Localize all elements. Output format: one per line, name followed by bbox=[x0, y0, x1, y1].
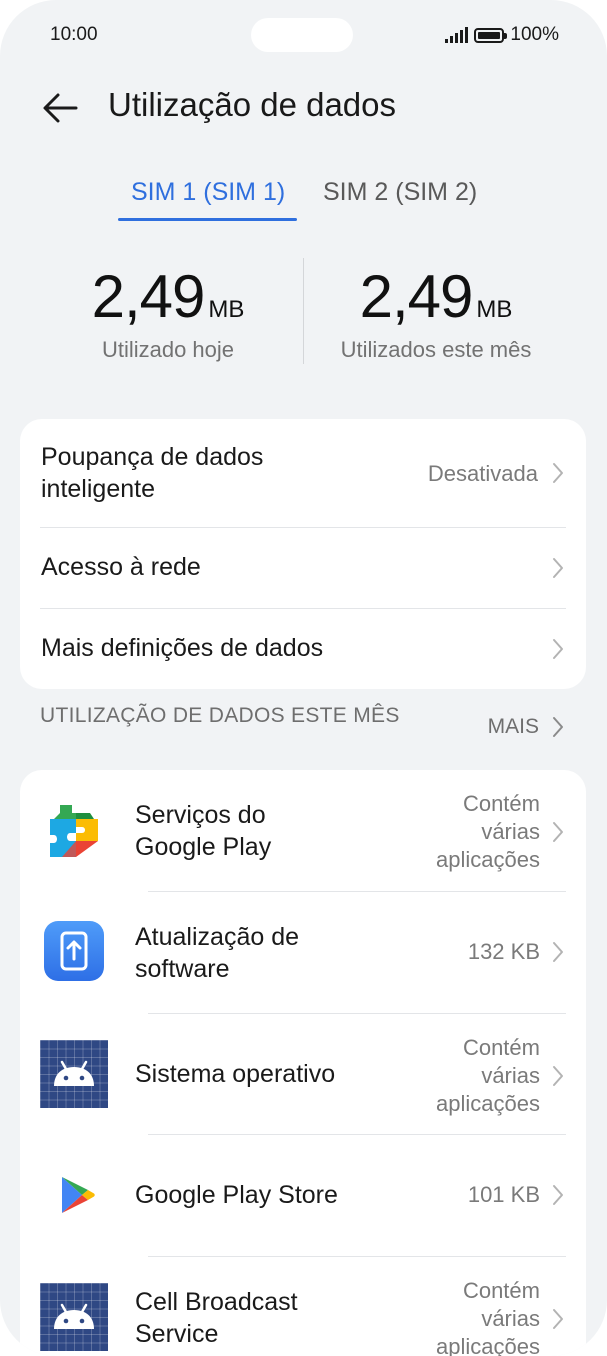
google-play-store-icon bbox=[62, 1177, 95, 1213]
page-title: Utilização de dados bbox=[108, 86, 397, 123]
chevron-right-icon[interactable] bbox=[552, 716, 564, 738]
app-usage: Contém várias aplicações bbox=[436, 1035, 540, 1116]
usage-month-value: 2,49 bbox=[359, 263, 474, 330]
battery-percentage: 100% bbox=[510, 24, 559, 45]
battery-icon bbox=[474, 27, 508, 43]
apps-card: Serviços do Google Play Contém várias ap… bbox=[20, 770, 586, 1356]
software-update-icon bbox=[44, 921, 104, 981]
status-time: 10:00 bbox=[50, 24, 98, 45]
app-row-cell-broadcast-service[interactable]: Cell Broadcast Service Contém várias apl… bbox=[20, 1257, 586, 1356]
more-data-settings-label: Mais definições de dados bbox=[41, 634, 324, 662]
app-name: Atualização de software bbox=[135, 923, 300, 983]
chevron-right-icon bbox=[553, 1066, 563, 1086]
chevron-right-icon bbox=[553, 463, 563, 483]
settings-card: Poupança de dados inteligente Desativada… bbox=[20, 419, 586, 689]
usage-today: 2,49 MB Utilizado hoje bbox=[28, 262, 308, 363]
screen: 10:00 100% Utilização de dados SIM 1 (SI… bbox=[0, 0, 607, 1356]
android-icon bbox=[40, 1040, 108, 1108]
chevron-right-icon bbox=[553, 639, 563, 659]
google-play-services-icon bbox=[50, 805, 98, 857]
more-link[interactable]: MAIS bbox=[488, 715, 539, 739]
network-access-label: Acesso à rede bbox=[41, 553, 201, 581]
usage-today-unit: MB bbox=[208, 296, 245, 323]
app-row-software-update[interactable]: Atualização de software 132 KB bbox=[20, 892, 586, 1013]
app-name: Serviços do Google Play bbox=[135, 801, 272, 861]
camera-notch bbox=[251, 18, 353, 52]
smart-data-saver-row[interactable]: Poupança de dados inteligente Desativada bbox=[20, 419, 586, 527]
usage-month: 2,49 MB Utilizados este mês bbox=[296, 262, 576, 363]
app-name: Google Play Store bbox=[135, 1181, 338, 1209]
usage-month-caption: Utilizados este mês bbox=[340, 337, 532, 362]
app-usage: 101 KB bbox=[467, 1182, 540, 1207]
network-access-row[interactable]: Acesso à rede bbox=[20, 528, 586, 608]
android-icon bbox=[40, 1283, 108, 1351]
chevron-right-icon bbox=[553, 1309, 563, 1329]
app-usage: Contém várias aplicações bbox=[436, 791, 540, 872]
chevron-right-icon bbox=[553, 558, 563, 578]
chevron-right-icon bbox=[553, 942, 563, 962]
section-title: UTILIZAÇÃO DE DADOS ESTE MÊS bbox=[40, 704, 400, 727]
app-usage: 132 KB bbox=[467, 939, 540, 964]
app-row-google-play-store[interactable]: Google Play Store 101 KB bbox=[20, 1135, 586, 1256]
signal-icon bbox=[445, 27, 469, 43]
app-usage: Contém várias aplicações bbox=[436, 1278, 540, 1356]
chevron-right-icon bbox=[553, 822, 563, 842]
app-name: Cell Broadcast Service bbox=[135, 1288, 298, 1348]
app-row-google-play-services[interactable]: Serviços do Google Play Contém várias ap… bbox=[20, 770, 586, 891]
back-arrow-icon[interactable] bbox=[40, 88, 80, 128]
chevron-right-icon bbox=[553, 1185, 563, 1205]
status-indicators: 100% bbox=[445, 24, 559, 46]
app-name: Sistema operativo bbox=[135, 1060, 336, 1088]
more-data-settings-row[interactable]: Mais definições de dados bbox=[20, 609, 586, 689]
smart-data-saver-label: Poupança de dados inteligente bbox=[41, 443, 264, 503]
usage-month-unit: MB bbox=[476, 296, 513, 323]
tab-sim2[interactable]: SIM 2 (SIM 2) bbox=[323, 178, 477, 207]
tab-sim1[interactable]: SIM 1 (SIM 1) bbox=[131, 178, 285, 207]
usage-today-value: 2,49 bbox=[91, 263, 206, 330]
app-row-operating-system[interactable]: Sistema operativo Contém várias aplicaçõ… bbox=[20, 1014, 586, 1135]
usage-today-caption: Utilizado hoje bbox=[101, 337, 235, 362]
active-tab-indicator bbox=[118, 218, 297, 221]
smart-data-saver-value: Desativada bbox=[427, 461, 538, 486]
